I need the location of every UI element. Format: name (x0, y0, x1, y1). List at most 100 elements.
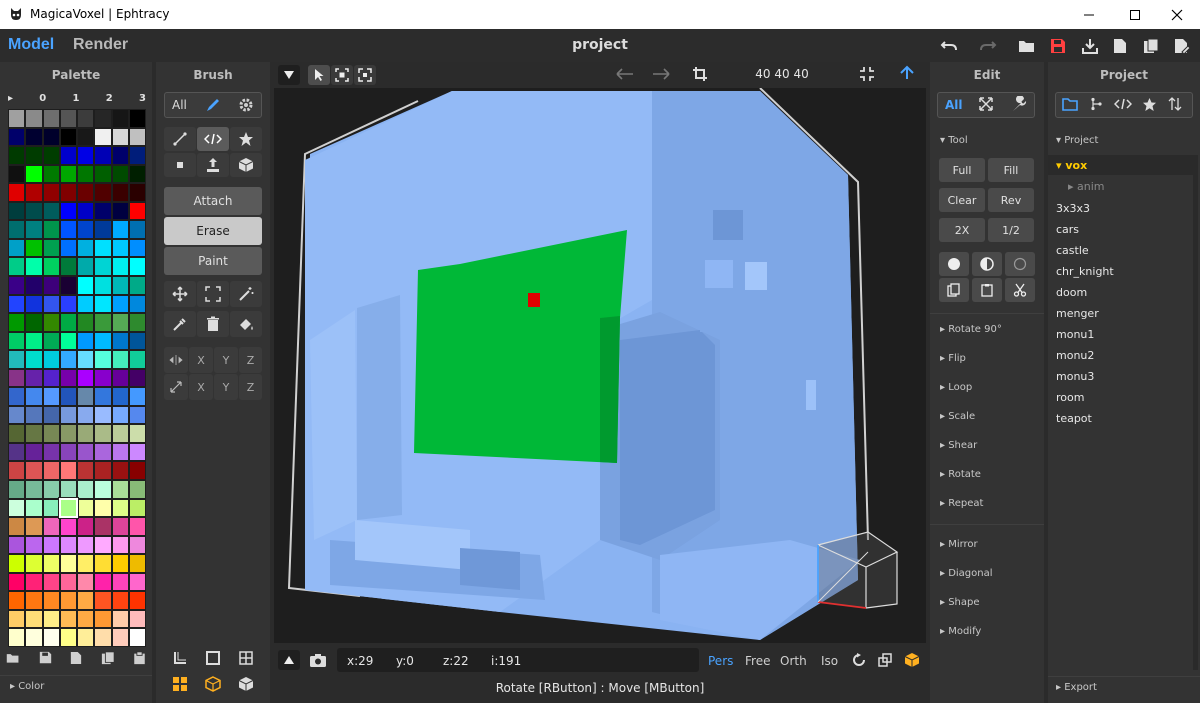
palette-swatch[interactable] (9, 314, 25, 331)
palette-swatch[interactable] (9, 110, 25, 127)
solid-cube-icon[interactable] (238, 676, 254, 692)
palette-swatch[interactable] (43, 276, 59, 294)
palette-swatch[interactable] (60, 332, 76, 350)
camera-snapshot-icon[interactable] (309, 652, 327, 668)
palette-swatch[interactable] (95, 499, 111, 517)
palette-swatch[interactable] (9, 555, 25, 572)
palette-page-3[interactable]: 3 (139, 93, 146, 107)
palette-swatch[interactable] (112, 276, 128, 294)
arrow-right-icon[interactable] (651, 67, 671, 81)
palette-swatch[interactable] (43, 629, 59, 646)
palette-swatch[interactable] (43, 221, 59, 238)
axis-diagonal-icon[interactable] (164, 374, 188, 400)
palette-swatch[interactable] (112, 555, 128, 572)
palette-swatch[interactable] (129, 239, 145, 257)
palette-swatch[interactable] (60, 202, 76, 220)
palette-swatch[interactable] (95, 406, 111, 424)
palette-swatch[interactable] (43, 610, 59, 628)
brush-line-button[interactable] (164, 127, 196, 151)
palette-swatch[interactable] (43, 443, 59, 461)
modify-section[interactable]: ▸ Modify (940, 626, 981, 637)
palette-swatch[interactable] (26, 110, 42, 127)
palette-swatch[interactable] (95, 221, 111, 238)
palette-swatch[interactable] (9, 462, 25, 480)
brush-face-button[interactable] (197, 153, 229, 177)
palette-swatch[interactable] (95, 462, 111, 480)
attach-button[interactable]: Attach (164, 187, 262, 215)
palette-swatch[interactable] (60, 351, 76, 368)
mirror-z-button[interactable]: Z (239, 347, 262, 373)
palette-swatch[interactable] (78, 610, 94, 628)
color-section-header[interactable]: ▸ Color (10, 681, 44, 692)
shaded-cube-icon[interactable] (904, 652, 920, 668)
palette-swatch[interactable] (95, 314, 111, 331)
palette-swatch[interactable] (26, 555, 42, 572)
anim-folder[interactable]: ▸ anim (1068, 180, 1105, 193)
palette-swatch[interactable] (60, 165, 76, 183)
brush-settings-gear-icon[interactable] (237, 96, 255, 114)
list-item[interactable]: 3x3x3 (1056, 202, 1090, 215)
palette-swatch[interactable] (129, 462, 145, 480)
script-tab-icon[interactable] (1114, 97, 1132, 111)
scale-section[interactable]: ▸ Scale (940, 411, 975, 422)
viewport-menu-toggle[interactable] (278, 65, 300, 85)
shear-section[interactable]: ▸ Shear (940, 440, 977, 451)
open-palette-icon[interactable] (6, 651, 20, 669)
palette-swatch[interactable] (9, 258, 25, 275)
palette-swatch[interactable] (60, 147, 76, 164)
palette-swatch[interactable] (78, 425, 94, 442)
palette-page-1[interactable]: 1 (73, 93, 80, 107)
palette-swatch[interactable] (60, 295, 76, 313)
cut-button[interactable] (1005, 278, 1035, 302)
flip-section[interactable]: ▸ Flip (940, 353, 966, 364)
palette-swatch[interactable] (129, 610, 145, 628)
palette-swatch[interactable] (129, 592, 145, 609)
palette-swatch[interactable] (129, 573, 145, 591)
palette-swatch[interactable] (26, 351, 42, 368)
palette-swatch[interactable] (95, 592, 111, 609)
palette-swatch[interactable] (112, 629, 128, 646)
palette-swatch[interactable] (43, 165, 59, 183)
palette-swatch[interactable] (26, 239, 42, 257)
full-button[interactable]: Full (939, 158, 985, 182)
palette-swatch[interactable] (78, 276, 94, 294)
palette-swatch[interactable] (129, 147, 145, 164)
palette-swatch[interactable] (9, 592, 25, 609)
palette-swatch[interactable] (60, 536, 76, 554)
list-item[interactable]: menger (1056, 307, 1099, 320)
model-dimensions[interactable]: 40 40 40 (732, 67, 832, 81)
list-item[interactable]: monu1 (1056, 328, 1094, 341)
palette-swatch[interactable] (129, 276, 145, 294)
palette-swatch[interactable] (26, 314, 42, 331)
palette-swatch[interactable] (95, 332, 111, 350)
palette-swatch[interactable] (26, 295, 42, 313)
palette-swatch[interactable] (129, 536, 145, 554)
palette-swatch[interactable] (95, 610, 111, 628)
upload-arrow-icon[interactable] (899, 65, 915, 83)
view-iso-button[interactable]: Iso (821, 654, 838, 668)
palette-swatch[interactable] (9, 536, 25, 554)
palette-swatch[interactable] (26, 258, 42, 275)
palette-swatch[interactable] (60, 258, 76, 275)
palette-swatch[interactable] (95, 239, 111, 257)
palette-swatch[interactable] (60, 406, 76, 424)
fill-bucket-button[interactable] (230, 311, 262, 337)
palette-swatch[interactable] (43, 499, 59, 517)
mirror-y-button[interactable]: Y (214, 347, 238, 373)
palette-swatch[interactable] (26, 573, 42, 591)
palette-swatch[interactable] (95, 202, 111, 220)
palette-swatch[interactable] (129, 110, 145, 127)
palette-swatch[interactable] (95, 388, 111, 405)
palette-swatch[interactable] (43, 462, 59, 480)
save-palette-icon[interactable] (39, 651, 52, 669)
palette-swatch[interactable] (78, 332, 94, 350)
project-scrollbar[interactable] (1193, 155, 1198, 670)
erase-button[interactable]: Erase (164, 217, 262, 245)
list-item[interactable]: castle (1056, 244, 1089, 257)
list-item[interactable]: doom (1056, 286, 1087, 299)
copy-file-icon[interactable] (1140, 36, 1162, 56)
palette-swatch[interactable] (78, 351, 94, 368)
palette-swatch[interactable] (112, 202, 128, 220)
palette-swatch[interactable] (9, 202, 25, 220)
palette-swatch[interactable] (60, 555, 76, 572)
